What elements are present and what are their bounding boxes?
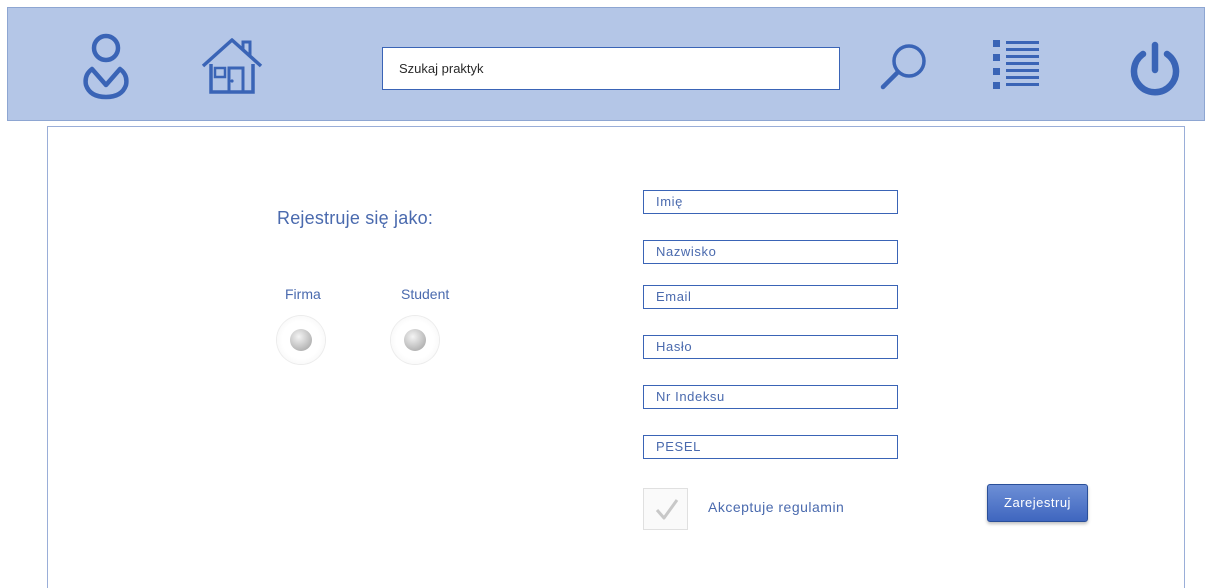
user-icon[interactable] <box>80 31 132 101</box>
search-input[interactable]: Szukaj praktyk <box>382 47 840 90</box>
app-root: Szukaj praktyk Rejestruje się jako: Firm… <box>0 0 1212 588</box>
radio-student[interactable] <box>391 316 439 364</box>
power-icon[interactable] <box>1126 41 1184 99</box>
option-label-student: Student <box>401 286 450 302</box>
email-field[interactable]: Email <box>643 285 898 309</box>
register-as-heading: Rejestruje się jako: <box>277 208 434 228</box>
terms-label: Akceptuje regulamin <box>708 499 845 515</box>
last-name-field[interactable]: Nazwisko <box>643 240 898 264</box>
radio-student-knob <box>404 329 426 351</box>
menu-list-icon[interactable] <box>991 38 1041 90</box>
student-id-field[interactable]: Nr Indeksu <box>643 385 898 409</box>
register-button[interactable]: Zarejestruj <box>987 484 1088 522</box>
pesel-field[interactable]: PESEL <box>643 435 898 459</box>
first-name-field[interactable]: Imię <box>643 190 898 214</box>
search-icon[interactable] <box>878 41 930 93</box>
home-icon[interactable] <box>199 34 265 96</box>
checkmark-icon <box>655 499 679 520</box>
radio-firma[interactable] <box>277 316 325 364</box>
radio-firma-knob <box>290 329 312 351</box>
option-label-firma: Firma <box>285 286 321 302</box>
terms-checkbox[interactable] <box>643 488 688 530</box>
password-field[interactable]: Hasło <box>643 335 898 359</box>
